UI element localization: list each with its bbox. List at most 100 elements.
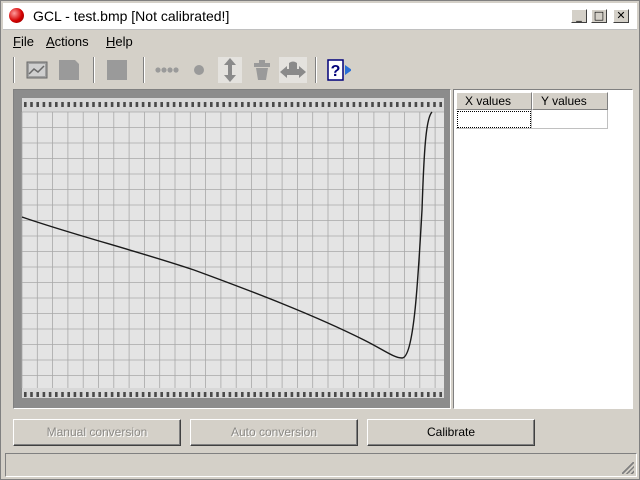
calibrate-button[interactable]: Calibrate [367,419,535,446]
perforation-hole [321,102,325,107]
menu-file[interactable]: File [13,34,34,49]
close-icon: ✕ [616,9,626,22]
perforation-hole [389,102,393,107]
perforation-hole [210,102,213,107]
perforation-hole [420,392,424,397]
perforation-hole [278,102,281,107]
perforation-hole [439,102,442,107]
perforation-hole [265,102,269,107]
perforation-hole [241,392,244,397]
perforation-hole [383,102,387,107]
perforation-hole [185,392,188,397]
perforation-hole [135,102,139,107]
perforation-hole [98,392,101,397]
perforation-hole [117,102,120,107]
trash-button[interactable] [250,57,274,83]
perforation-hole [334,102,337,107]
perforation-hole [402,392,405,397]
perforation-hole [55,102,58,107]
perforation-hole [234,392,238,397]
perforation-hole [160,102,163,107]
vertical-arrows-button[interactable] [218,57,242,83]
column-header-x[interactable]: X values [456,92,532,110]
point-icon [194,65,204,75]
status-bar [5,453,637,477]
perforation-hole [185,102,188,107]
app-icon[interactable] [9,8,24,23]
vertical-arrows-icon [224,58,236,82]
point-button[interactable] [187,57,211,83]
table-cell-x[interactable] [456,110,532,129]
perforation-hole [396,102,399,107]
minimize-button[interactable]: _ [571,9,587,23]
close-button[interactable]: ✕ [613,9,629,23]
perforation-hole [414,102,418,107]
perforation-hole [365,102,368,107]
perforation-hole [48,392,52,397]
perforation-hole [141,392,145,397]
perforation-hole [222,102,225,107]
perforation-hole [79,102,83,107]
perforation-hole [241,102,244,107]
column-header-y[interactable]: Y values [532,92,608,110]
image-view[interactable] [13,89,451,409]
minimize-icon: _ [576,9,582,22]
perforation-hole [42,102,46,107]
resize-grip-icon[interactable] [622,462,634,474]
menu-actions[interactable]: Actions [46,34,89,49]
perforation-hole [234,102,238,107]
data-table[interactable]: X values Y values [453,89,633,409]
perforation-hole [141,102,145,107]
perforation-hole [166,392,170,397]
perforation-hole [284,102,287,107]
stop-button[interactable] [105,57,129,83]
perforation-hole [191,102,194,107]
title-bar[interactable]: GCL - test.bmp [Not calibrated!] _ □ ✕ [3,3,637,30]
perforation-hole [303,102,306,107]
save-icon [59,60,79,80]
help-icon: ? [327,59,351,81]
horizontal-arrows-button[interactable] [279,57,307,83]
perforation-hole [389,392,393,397]
manual-conversion-button[interactable]: Manual conversion [13,419,181,446]
save-button[interactable] [57,57,81,83]
perforation-hole [371,392,374,397]
table-cell-y[interactable] [532,110,608,129]
perforation-hole [309,102,312,107]
perforation-hole [433,392,436,397]
perforation-hole [296,392,300,397]
perforation-hole [79,392,83,397]
perforation-hole [216,102,219,107]
perforation-hole [104,102,108,107]
scanned-graph-image[interactable] [14,90,450,408]
perforation-hole [48,102,52,107]
auto-conversion-button[interactable]: Auto conversion [190,419,358,446]
perforation-hole [42,392,46,397]
perforation-hole [427,102,430,107]
perforation-hole [73,392,77,397]
perforation-hole [265,392,269,397]
perforation-hole [439,392,442,397]
perforation-hole [110,392,114,397]
open-image-button[interactable] [25,57,49,83]
perforation-hole [247,102,250,107]
perforation-hole [110,102,114,107]
perforation-hole [253,102,256,107]
perforation-hole [290,392,294,397]
toolbar-separator [93,57,95,83]
perforation-hole [104,392,108,397]
help-button[interactable]: ? [327,57,351,83]
perforation-hole [197,392,201,397]
perforation-hole [160,392,163,397]
perforation-hole [309,392,312,397]
perforation-hole [129,102,132,107]
toolbar-separator [13,57,15,83]
perforation-hole [284,392,287,397]
perforation-hole [172,102,176,107]
menu-help[interactable]: Help [106,34,133,49]
dotted-line-button[interactable] [155,57,179,83]
dotted-line-icon [155,67,179,73]
perforation-hole [36,102,39,107]
maximize-button[interactable]: □ [591,9,607,23]
perforation-hole [396,392,399,397]
